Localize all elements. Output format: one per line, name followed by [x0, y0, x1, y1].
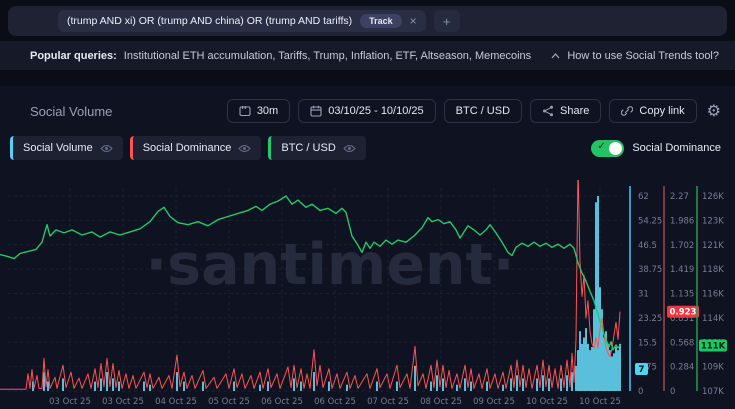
svg-text:0.284: 0.284: [670, 363, 694, 373]
pair-button[interactable]: BTC / USD: [444, 99, 522, 123]
legend-chip-social-dominance[interactable]: Social Dominance: [130, 136, 262, 160]
legend-chip-label: Social Dominance: [143, 142, 232, 154]
popular-queries-bar: Popular queries: Institutional ETH accum…: [0, 41, 735, 70]
popular-queries-label: Popular queries:: [30, 50, 117, 62]
link-icon: [621, 105, 633, 117]
help-link[interactable]: How to use Social Trends tool?: [551, 50, 719, 62]
social-trends-chart[interactable]: ·santiment·6254.2546.538.753123.2515.57.…: [0, 180, 735, 409]
legend-row: Social Volume Social Dominance BTC / USD…: [0, 123, 735, 160]
svg-text:111K: 111K: [701, 342, 726, 352]
query-text: (trump AND xi) OR (trump AND china) OR (…: [67, 15, 352, 27]
pair-label: BTC / USD: [456, 105, 510, 117]
copy-link-label: Copy link: [639, 105, 684, 117]
svg-text:38.75: 38.75: [638, 265, 662, 275]
svg-text:07 Oct 25: 07 Oct 25: [367, 397, 409, 407]
settings-gear-icon[interactable]: ⚙: [707, 101, 721, 121]
legend-chip-social-volume[interactable]: Social Volume: [10, 136, 123, 160]
svg-text:116K: 116K: [702, 290, 724, 300]
svg-text:06 Oct 25: 06 Oct 25: [314, 397, 356, 407]
panel-title: Social Volume: [30, 104, 112, 119]
svg-text:123K: 123K: [702, 216, 724, 226]
check-icon: ✓: [597, 141, 605, 152]
svg-text:31: 31: [638, 290, 649, 300]
share-icon: [542, 105, 554, 117]
svg-text:23.25: 23.25: [638, 314, 662, 324]
eye-icon[interactable]: [100, 144, 113, 153]
social-dominance-toggle[interactable]: ✓: [591, 140, 624, 157]
calendar-icon: [310, 105, 322, 117]
chart-toolbar: Social Volume 30m 03/10/25 - 10/10/25 BT…: [0, 86, 735, 123]
share-label: Share: [560, 105, 589, 117]
svg-text:62: 62: [638, 192, 649, 202]
legend-chip-label: Social Volume: [23, 142, 93, 154]
toggle-knob: [609, 142, 622, 155]
help-link-label: How to use Social Trends tool?: [567, 50, 719, 62]
close-icon[interactable]: ×: [410, 15, 417, 27]
svg-text:114K: 114K: [702, 314, 724, 324]
svg-text:1.702: 1.702: [670, 241, 694, 251]
svg-text:121K: 121K: [702, 241, 724, 251]
svg-text:03 Oct 25: 03 Oct 25: [102, 397, 144, 407]
copy-link-button[interactable]: Copy link: [609, 99, 696, 123]
interval-button[interactable]: 30m: [227, 99, 290, 123]
svg-text:08 Oct 25: 08 Oct 25: [420, 397, 462, 407]
svg-text:1.135: 1.135: [670, 290, 694, 300]
track-button[interactable]: Track: [360, 14, 402, 28]
query-tab-bar: (trump AND xi) OR (trump AND china) OR (…: [8, 6, 727, 36]
svg-text:0: 0: [670, 387, 675, 397]
toggle-label: Social Dominance: [632, 142, 721, 154]
svg-text:04 Oct 25: 04 Oct 25: [155, 397, 197, 407]
svg-text:2.27: 2.27: [670, 192, 689, 202]
svg-text:107K: 107K: [702, 387, 724, 397]
svg-text:126K: 126K: [702, 192, 724, 202]
svg-text:0.568: 0.568: [670, 338, 694, 348]
svg-text:54.25: 54.25: [638, 216, 662, 226]
popular-queries-list[interactable]: Institutional ETH accumulation, Tariffs,…: [124, 50, 531, 62]
svg-text:109K: 109K: [702, 363, 724, 373]
svg-text:118K: 118K: [702, 265, 724, 275]
svg-text:10 Oct 25: 10 Oct 25: [526, 397, 568, 407]
svg-text:06 Oct 25: 06 Oct 25: [261, 397, 303, 407]
date-range-label: 03/10/25 - 10/10/25: [328, 105, 423, 117]
interval-icon: [239, 105, 251, 117]
eye-icon[interactable]: [238, 144, 251, 153]
svg-text:·santiment·: ·santiment·: [146, 232, 515, 298]
svg-text:46.5: 46.5: [638, 241, 657, 251]
add-query-button[interactable]: +: [434, 10, 460, 32]
svg-text:10 Oct 25: 10 Oct 25: [579, 397, 621, 407]
share-button[interactable]: Share: [530, 99, 601, 123]
svg-text:0.923: 0.923: [670, 308, 697, 318]
interval-label: 30m: [257, 105, 278, 117]
svg-text:05 Oct 25: 05 Oct 25: [208, 397, 250, 407]
svg-text:0: 0: [638, 387, 643, 397]
svg-text:03 Oct 25: 03 Oct 25: [49, 397, 91, 407]
date-range-button[interactable]: 03/10/25 - 10/10/25: [298, 99, 435, 123]
social-volume-panel: Social Volume 30m 03/10/25 - 10/10/25 BT…: [0, 86, 735, 409]
eye-icon[interactable]: [343, 144, 356, 153]
svg-text:15.5: 15.5: [638, 338, 657, 348]
svg-text:1.986: 1.986: [670, 216, 694, 226]
legend-chip-label: BTC / USD: [281, 142, 335, 154]
svg-text:09 Oct 25: 09 Oct 25: [473, 397, 515, 407]
svg-text:7: 7: [639, 365, 645, 375]
legend-chip-btc-usd[interactable]: BTC / USD: [268, 136, 365, 160]
chevron-up-icon: [551, 53, 560, 59]
query-tab[interactable]: (trump AND xi) OR (trump AND china) OR (…: [58, 10, 426, 32]
svg-text:1.419: 1.419: [670, 265, 694, 275]
